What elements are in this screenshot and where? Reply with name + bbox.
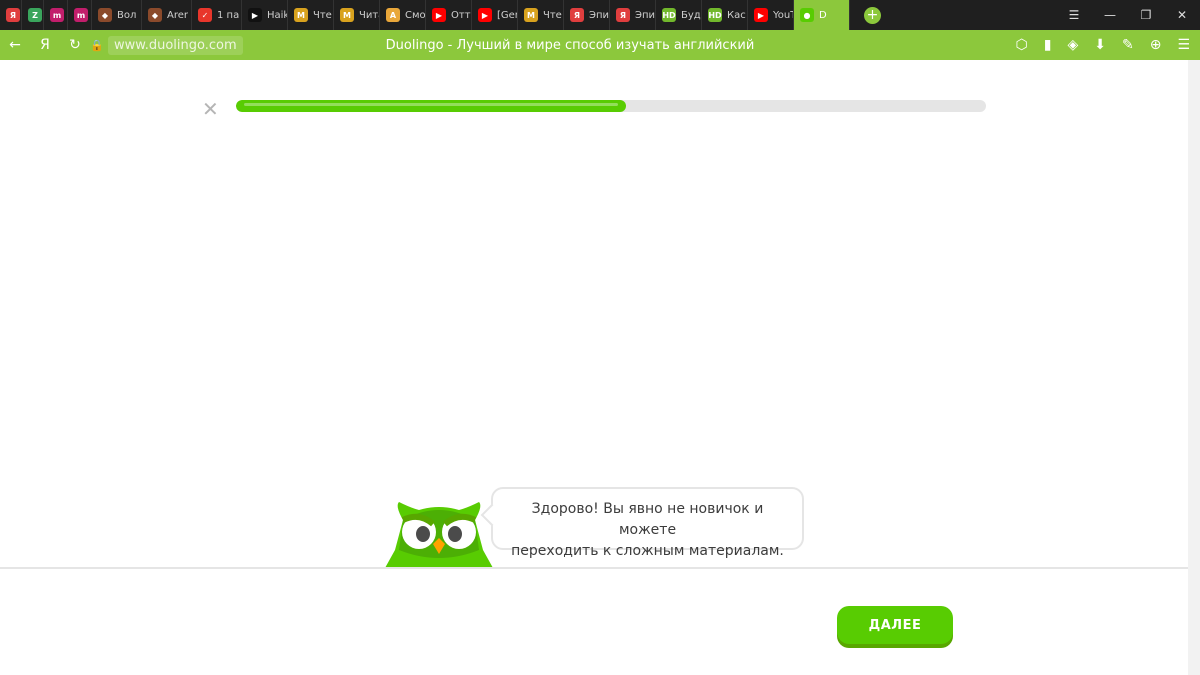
protect-icon[interactable]: ◈ bbox=[1067, 37, 1078, 53]
tab-favicon-icon: ● bbox=[800, 8, 814, 22]
window-controls: ☰ — ❐ ✕ bbox=[1056, 0, 1200, 30]
browser-tab[interactable]: ● D bbox=[794, 0, 850, 30]
browser-tab[interactable]: ◆ Вол bbox=[92, 0, 142, 30]
yandex-icon[interactable]: Я bbox=[30, 37, 60, 53]
speech-bubble: Здорово! Вы явно не новичок и можете пер… bbox=[491, 487, 804, 559]
restore-icon[interactable]: ❐ bbox=[1128, 8, 1164, 22]
close-window-icon[interactable]: ✕ bbox=[1164, 8, 1200, 22]
reload-icon[interactable]: ↻ bbox=[60, 37, 90, 53]
tab-favicon-icon: M bbox=[340, 8, 354, 22]
page-title: Duolingo - Лучший в мире способ изучать … bbox=[385, 37, 755, 53]
tab-label: D bbox=[819, 9, 827, 21]
tab-favicon-icon: M bbox=[524, 8, 538, 22]
tab-favicon-icon: m bbox=[74, 8, 88, 22]
bookmark-icon[interactable]: ▮ bbox=[1044, 37, 1052, 53]
tab-label: Кас bbox=[727, 9, 746, 21]
tab-favicon-icon: ▶ bbox=[248, 8, 262, 22]
browser-tab[interactable]: HD Кас bbox=[702, 0, 748, 30]
tab-favicon-icon: ◆ bbox=[98, 8, 112, 22]
minimize-icon[interactable]: — bbox=[1092, 8, 1128, 22]
tab-label: Буд bbox=[681, 9, 701, 21]
browser-tab[interactable]: ▶ [Ger bbox=[472, 0, 518, 30]
globe-icon[interactable]: ⊕ bbox=[1150, 37, 1162, 53]
browser-tab[interactable]: HD Буд bbox=[656, 0, 702, 30]
browser-tab[interactable]: M Чте bbox=[518, 0, 564, 30]
browser-tab[interactable]: ▶ Haik bbox=[242, 0, 288, 30]
tab-bar: ЯZmm◆Вол◆Arer✓1 па▶HaikMЧтеMЧитаAСмо▶Отт… bbox=[0, 0, 1200, 30]
settings-icon[interactable]: ☰ bbox=[1177, 37, 1190, 53]
url-field[interactable]: www.duolingo.com bbox=[108, 35, 243, 55]
lesson-footer: ДАЛЕЕ bbox=[0, 567, 1200, 675]
tab-label: [Ger bbox=[497, 9, 518, 21]
tab-label: Отто bbox=[451, 9, 471, 21]
browser-tab[interactable]: ✓ 1 па bbox=[192, 0, 242, 30]
tab-label: Чита bbox=[359, 9, 379, 21]
progress-fill bbox=[236, 100, 626, 112]
extension-icon[interactable]: ⬡ bbox=[1016, 37, 1028, 53]
browser-tab[interactable]: ▶ YouT bbox=[748, 0, 794, 30]
tab-label: Эпи bbox=[589, 9, 610, 21]
pen-icon[interactable]: ✎ bbox=[1122, 37, 1134, 53]
browser-tab[interactable]: M Чте bbox=[288, 0, 334, 30]
scrollbar[interactable] bbox=[1188, 60, 1200, 675]
tab-label: Вол bbox=[117, 9, 137, 21]
browser-tab[interactable]: ◆ Arer bbox=[142, 0, 192, 30]
browser-tab[interactable]: A Смо bbox=[380, 0, 426, 30]
tab-label: YouT bbox=[773, 9, 793, 21]
tab-favicon-icon: A bbox=[386, 8, 400, 22]
progress-bar bbox=[236, 100, 986, 112]
tab-favicon-icon: Z bbox=[28, 8, 42, 22]
back-icon[interactable]: ← bbox=[0, 37, 30, 53]
tab-label: Чте bbox=[313, 9, 332, 21]
address-bar: ← Я ↻ 🔒 www.duolingo.com Duolingo - Лучш… bbox=[0, 30, 1200, 60]
browser-tab[interactable]: Я bbox=[0, 0, 22, 30]
lock-icon: 🔒 bbox=[90, 38, 104, 52]
tab-favicon-icon: M bbox=[294, 8, 308, 22]
browser-tab[interactable]: Z bbox=[22, 0, 44, 30]
tab-favicon-icon: Я bbox=[6, 8, 20, 22]
tab-favicon-icon: ◆ bbox=[148, 8, 162, 22]
tab-label: Смо bbox=[405, 9, 426, 21]
lesson-page: ✕ Здорово! Вы явно не новичок и можете п… bbox=[0, 60, 1200, 675]
menu-icon[interactable]: ☰ bbox=[1056, 8, 1092, 22]
tab-favicon-icon: Я bbox=[570, 8, 584, 22]
next-button[interactable]: ДАЛЕЕ bbox=[837, 606, 953, 644]
speech-text-line-2: переходить к сложным материалам. bbox=[511, 543, 784, 559]
tab-label: Эпи bbox=[635, 9, 656, 21]
download-icon[interactable]: ⬇ bbox=[1094, 37, 1106, 53]
tab-favicon-icon: ▶ bbox=[478, 8, 492, 22]
tab-favicon-icon: ▶ bbox=[754, 8, 768, 22]
tab-favicon-icon: Я bbox=[616, 8, 630, 22]
tab-label: 1 па bbox=[217, 9, 240, 21]
browser-tab[interactable]: m bbox=[44, 0, 68, 30]
browser-tab[interactable]: M Чита bbox=[334, 0, 380, 30]
close-lesson-icon[interactable]: ✕ bbox=[202, 97, 219, 121]
tab-label: Чте bbox=[543, 9, 562, 21]
new-tab-button[interactable]: + bbox=[864, 6, 881, 24]
browser-tab[interactable]: m bbox=[68, 0, 92, 30]
duo-owl-mascot bbox=[385, 502, 493, 568]
tab-favicon-icon: HD bbox=[708, 8, 722, 22]
browser-tab[interactable]: Я Эпи bbox=[610, 0, 656, 30]
tab-favicon-icon: ▶ bbox=[432, 8, 446, 22]
tab-favicon-icon: ✓ bbox=[198, 8, 212, 22]
tab-favicon-icon: m bbox=[50, 8, 64, 22]
browser-tab[interactable]: ▶ Отто bbox=[426, 0, 472, 30]
tab-favicon-icon: HD bbox=[662, 8, 676, 22]
browser-tab[interactable]: Я Эпи bbox=[564, 0, 610, 30]
speech-text-line-1: Здорово! Вы явно не новичок и можете bbox=[531, 501, 764, 538]
tab-label: Arer bbox=[167, 9, 188, 21]
tab-label: Haik bbox=[267, 9, 288, 21]
